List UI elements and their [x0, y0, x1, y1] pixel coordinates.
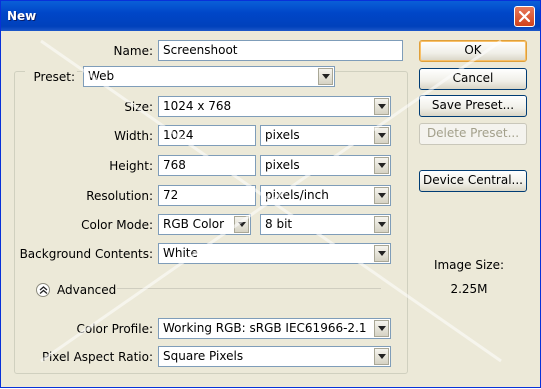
- resolution-unit-select[interactable]: pixels/inch: [260, 185, 391, 206]
- window-title: New: [7, 9, 37, 23]
- resolution-unit-value: pixels/inch: [265, 188, 329, 202]
- preset-label: Preset:: [25, 70, 77, 84]
- chevron-down-icon: [374, 348, 389, 365]
- color-mode-value: RGB Color: [163, 217, 225, 231]
- delete-preset-button: Delete Preset...: [419, 123, 527, 145]
- color-mode-label: Color Mode:: [81, 218, 153, 232]
- advanced-label: Advanced: [57, 283, 117, 297]
- preset-select[interactable]: Web: [83, 66, 335, 87]
- close-button[interactable]: [514, 6, 535, 27]
- width-input-value: 1024: [163, 128, 194, 142]
- pixel-aspect-ratio-label: Pixel Aspect Ratio:: [42, 350, 153, 364]
- color-profile-select[interactable]: Working RGB: sRGB IEC61966-2.1: [158, 318, 391, 339]
- background-contents-select[interactable]: White: [158, 243, 391, 264]
- name-label: Name:: [113, 44, 153, 58]
- image-size-value: 2.25M: [450, 282, 488, 296]
- image-size-label: Image Size:: [433, 258, 505, 272]
- height-label: Height:: [109, 159, 153, 173]
- height-unit-select[interactable]: pixels: [260, 155, 391, 176]
- resolution-input-value: 72: [163, 188, 179, 202]
- chevron-down-icon: [374, 187, 389, 204]
- double-chevron-up-icon: [39, 286, 48, 294]
- preset-select-value: Web: [88, 69, 115, 83]
- dialog-body: Name: Screenshoot Preset: Web Size: 1024…: [1, 31, 540, 387]
- chevron-down-icon: [318, 68, 333, 85]
- device-central-button[interactable]: Device Central...: [419, 170, 527, 192]
- height-input[interactable]: 768: [158, 155, 256, 176]
- chevron-down-icon: [374, 157, 389, 174]
- color-mode-select[interactable]: RGB Color: [158, 214, 251, 235]
- cancel-button[interactable]: Cancel: [419, 68, 527, 90]
- width-unit-value: pixels: [265, 128, 300, 142]
- name-input[interactable]: Screenshoot: [158, 40, 403, 61]
- pixel-aspect-ratio-select[interactable]: Square Pixels: [158, 346, 391, 367]
- chevron-down-icon: [374, 216, 389, 233]
- ok-button[interactable]: OK: [419, 40, 527, 62]
- chevron-down-icon: [374, 245, 389, 262]
- save-preset-button[interactable]: Save Preset...: [419, 95, 527, 117]
- chevron-down-icon: [374, 98, 389, 115]
- height-input-value: 768: [163, 158, 186, 172]
- chevron-down-icon: [374, 127, 389, 144]
- close-icon: [518, 10, 531, 23]
- size-select[interactable]: 1024 x 768: [158, 96, 391, 117]
- size-label: Size:: [124, 100, 153, 114]
- chevron-down-icon: [374, 320, 389, 337]
- height-unit-value: pixels: [265, 158, 300, 172]
- width-unit-select[interactable]: pixels: [260, 125, 391, 146]
- new-document-dialog: New Name: Screenshoot Preset: Web Size: …: [0, 0, 541, 388]
- title-bar[interactable]: New: [1, 1, 540, 31]
- background-contents-value: White: [163, 246, 198, 260]
- resolution-label: Resolution:: [86, 189, 153, 203]
- pixel-aspect-ratio-value: Square Pixels: [163, 349, 244, 363]
- color-profile-value: Working RGB: sRGB IEC61966-2.1: [163, 321, 367, 335]
- width-input[interactable]: 1024: [158, 125, 256, 146]
- bit-depth-select[interactable]: 8 bit: [260, 214, 391, 235]
- advanced-separator: [117, 288, 381, 289]
- advanced-toggle-button[interactable]: [36, 283, 50, 297]
- bit-depth-value: 8 bit: [265, 217, 293, 231]
- chevron-down-icon: [234, 216, 249, 233]
- resolution-input[interactable]: 72: [158, 185, 256, 206]
- size-select-value: 1024 x 768: [163, 99, 232, 113]
- color-profile-label: Color Profile:: [76, 322, 154, 336]
- background-contents-label: Background Contents:: [19, 247, 153, 261]
- width-label: Width:: [114, 129, 153, 143]
- name-input-value: Screenshoot: [163, 43, 238, 57]
